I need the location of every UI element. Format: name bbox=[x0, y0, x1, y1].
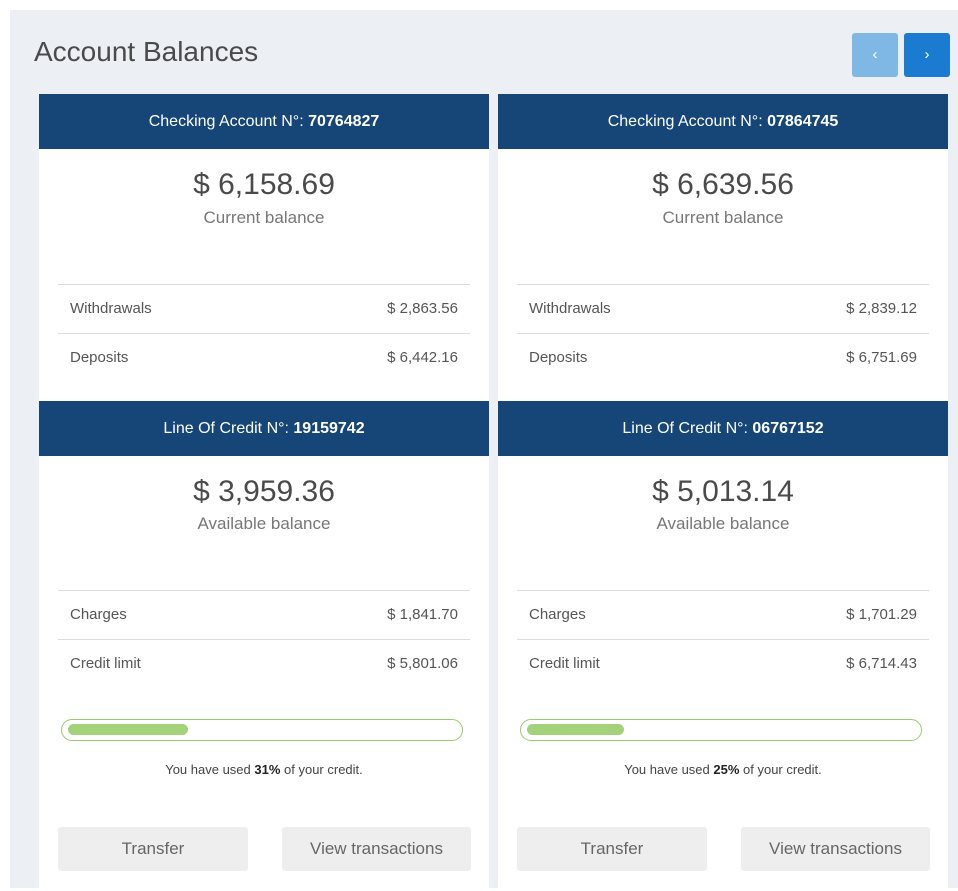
credit-limit-value: $ 5,801.06 bbox=[387, 655, 458, 672]
line-of-credit-number: 06767152 bbox=[752, 420, 824, 437]
account-column-1: Checking Account N°: 70764827 $ 6,158.69… bbox=[39, 94, 489, 888]
checking-account-number: 07864745 bbox=[767, 113, 839, 130]
previous-button[interactable]: ‹ bbox=[852, 33, 898, 77]
usage-percent: 25% bbox=[713, 762, 740, 777]
credit-usage-text: You have used 31% of your credit. bbox=[39, 761, 489, 779]
current-balance-amount: $ 6,639.56 bbox=[652, 168, 794, 201]
current-balance-amount: $ 6,158.69 bbox=[193, 168, 335, 201]
available-balance-label: Available balance bbox=[197, 514, 331, 533]
deposits-label: Deposits bbox=[529, 349, 588, 366]
line-of-credit-label: Line Of Credit N°: bbox=[622, 420, 753, 437]
credit-usage-fill bbox=[68, 724, 188, 735]
charges-value: $ 1,701.29 bbox=[846, 606, 917, 623]
line-of-credit-header: Line Of Credit N°: 06767152 bbox=[498, 401, 948, 456]
deposits-value: $ 6,751.69 bbox=[846, 349, 917, 366]
deposits-label: Deposits bbox=[70, 349, 129, 366]
transfer-button[interactable]: Transfer bbox=[517, 827, 707, 871]
credit-usage-bar bbox=[520, 719, 922, 741]
available-balance-label: Available balance bbox=[656, 514, 790, 533]
line-of-credit-label: Line Of Credit N°: bbox=[163, 420, 294, 437]
view-transactions-button[interactable]: View transactions bbox=[282, 827, 471, 871]
credit-usage-fill bbox=[527, 724, 624, 735]
view-transactions-button[interactable]: View transactions bbox=[741, 827, 930, 871]
withdrawals-label: Withdrawals bbox=[70, 300, 152, 317]
credit-usage-text: You have used 25% of your credit. bbox=[498, 761, 948, 779]
next-button[interactable]: › bbox=[904, 33, 950, 77]
usage-percent: 31% bbox=[254, 762, 281, 777]
withdrawals-value: $ 2,839.12 bbox=[846, 300, 917, 317]
current-balance-label: Current balance bbox=[203, 208, 325, 227]
credit-limit-row: Credit limit $ 6,714.43 bbox=[517, 639, 929, 688]
checking-account-label: Checking Account N°: bbox=[607, 113, 768, 130]
chevron-left-icon: ‹ bbox=[872, 46, 878, 63]
checking-account-label: Checking Account N°: bbox=[148, 113, 309, 130]
charges-row: Charges $ 1,841.70 bbox=[58, 590, 470, 639]
withdrawals-label: Withdrawals bbox=[529, 300, 611, 317]
credit-limit-value: $ 6,714.43 bbox=[846, 655, 917, 672]
checking-account-header: Checking Account N°: 07864745 bbox=[498, 94, 948, 149]
deposits-row: Deposits $ 6,442.16 bbox=[58, 333, 470, 382]
account-column-2: Checking Account N°: 07864745 $ 6,639.56… bbox=[498, 94, 948, 888]
credit-usage-bar bbox=[61, 719, 463, 741]
credit-limit-row: Credit limit $ 5,801.06 bbox=[58, 639, 470, 688]
charges-row: Charges $ 1,701.29 bbox=[517, 590, 929, 639]
credit-limit-label: Credit limit bbox=[529, 655, 600, 672]
account-balances-panel: Account Balances ‹ › Checking Account N°… bbox=[10, 10, 958, 888]
charges-label: Charges bbox=[529, 606, 586, 623]
available-balance-amount: $ 3,959.36 bbox=[193, 475, 335, 508]
withdrawals-row: Withdrawals $ 2,863.56 bbox=[58, 284, 470, 333]
usage-suffix: of your credit. bbox=[739, 762, 822, 777]
current-balance-label: Current balance bbox=[662, 208, 784, 227]
withdrawals-row: Withdrawals $ 2,839.12 bbox=[517, 284, 929, 333]
page-title: Account Balances bbox=[34, 36, 259, 67]
withdrawals-value: $ 2,863.56 bbox=[387, 300, 458, 317]
line-of-credit-header: Line Of Credit N°: 19159742 bbox=[39, 401, 489, 456]
deposits-value: $ 6,442.16 bbox=[387, 349, 458, 366]
available-balance-amount: $ 5,013.14 bbox=[652, 475, 794, 508]
credit-limit-label: Credit limit bbox=[70, 655, 141, 672]
charges-value: $ 1,841.70 bbox=[387, 606, 458, 623]
line-of-credit-number: 19159742 bbox=[293, 420, 365, 437]
usage-prefix: You have used bbox=[624, 762, 714, 777]
usage-prefix: You have used bbox=[165, 762, 255, 777]
checking-account-number: 70764827 bbox=[308, 113, 380, 130]
transfer-button[interactable]: Transfer bbox=[58, 827, 248, 871]
chevron-right-icon: › bbox=[924, 46, 930, 63]
usage-suffix: of your credit. bbox=[280, 762, 363, 777]
deposits-row: Deposits $ 6,751.69 bbox=[517, 333, 929, 382]
charges-label: Charges bbox=[70, 606, 127, 623]
checking-account-header: Checking Account N°: 70764827 bbox=[39, 94, 489, 149]
